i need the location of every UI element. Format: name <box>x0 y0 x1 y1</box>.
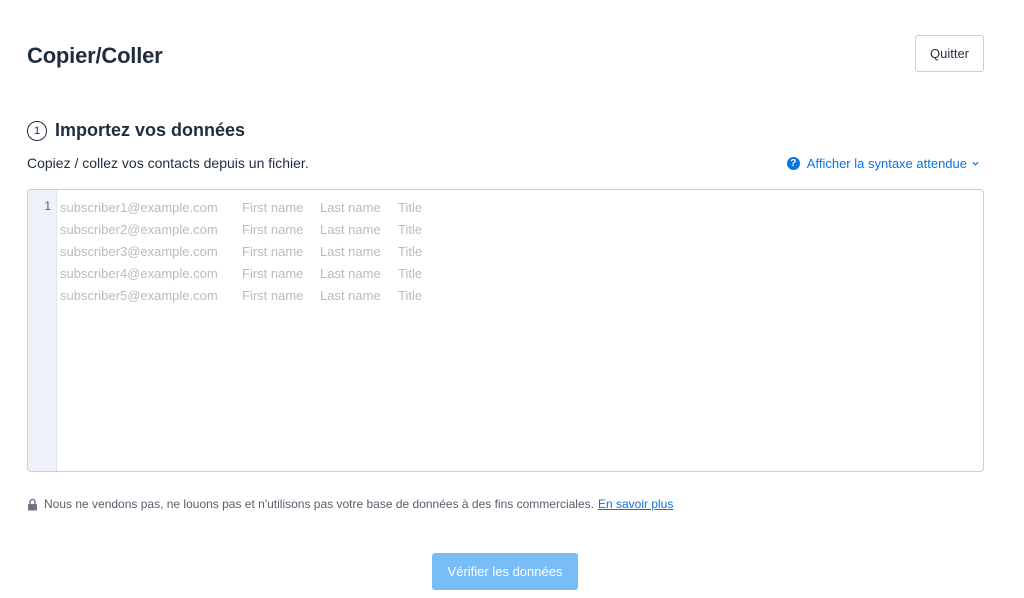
privacy-note: Nous ne vendons pas, ne louons pas et n'… <box>27 497 673 511</box>
page-title: Copier/Coller <box>27 43 163 68</box>
placeholder-last-name: Last name <box>320 222 381 238</box>
verify-data-button[interactable]: Vérifier les données <box>432 553 578 590</box>
placeholder-title: Title <box>398 200 423 216</box>
placeholder-title: Title <box>398 265 423 281</box>
lock-icon <box>28 498 37 510</box>
step-title: Importez vos données <box>55 120 246 140</box>
show-syntax-link[interactable]: ? Afficher la syntaxe attendue <box>786 156 980 171</box>
placeholder-row: subscriber5@example.com First name Last … <box>60 284 983 306</box>
placeholder-row: subscriber4@example.com First name Last … <box>60 262 983 284</box>
placeholder-first-name: First name <box>242 222 304 238</box>
show-syntax-label: Afficher la syntaxe attendue <box>806 156 967 171</box>
step-heading: 1 Importez vos données <box>27 120 245 141</box>
placeholder-last-name: Last name <box>320 265 381 281</box>
placeholder-title: Title <box>398 287 423 303</box>
placeholder-last-name: Last name <box>320 243 381 259</box>
line-number: 1 <box>44 199 51 213</box>
placeholder-first-name: First name <box>242 265 304 281</box>
learn-more-link[interactable]: En savoir plus <box>598 497 673 511</box>
editor-text-area[interactable]: subscriber1@example.com First name Last … <box>57 190 983 471</box>
chevron-down-icon <box>972 161 979 166</box>
placeholder-first-name: First name <box>242 287 304 303</box>
step-number-badge: 1 <box>27 120 47 141</box>
privacy-text: Nous ne vendons pas, ne louons pas et n'… <box>44 497 594 511</box>
help-circle-icon: ? <box>786 157 800 170</box>
placeholder-last-name: Last name <box>320 200 381 216</box>
placeholder-title: Title <box>398 222 423 238</box>
placeholder-email: subscriber1@example.com <box>60 200 218 216</box>
placeholder-row: subscriber1@example.com First name Last … <box>60 197 983 219</box>
placeholder-email: subscriber4@example.com <box>60 265 218 281</box>
placeholder-title: Title <box>398 243 423 259</box>
quit-button[interactable]: Quitter <box>915 35 984 72</box>
placeholder-row: subscriber3@example.com First name Last … <box>60 241 983 263</box>
placeholder-email: subscriber5@example.com <box>60 287 218 303</box>
placeholder-email: subscriber3@example.com <box>60 243 218 259</box>
placeholder-email: subscriber2@example.com <box>60 222 218 238</box>
placeholder-row: subscriber2@example.com First name Last … <box>60 219 983 241</box>
instructions-text: Copiez / collez vos contacts depuis un f… <box>27 155 309 171</box>
line-number-gutter: 1 <box>28 190 57 471</box>
placeholder-first-name: First name <box>242 200 304 216</box>
placeholder-first-name: First name <box>242 243 304 259</box>
placeholder-last-name: Last name <box>320 287 381 303</box>
contacts-paste-editor[interactable]: 1 subscriber1@example.com First name Las… <box>27 189 984 472</box>
